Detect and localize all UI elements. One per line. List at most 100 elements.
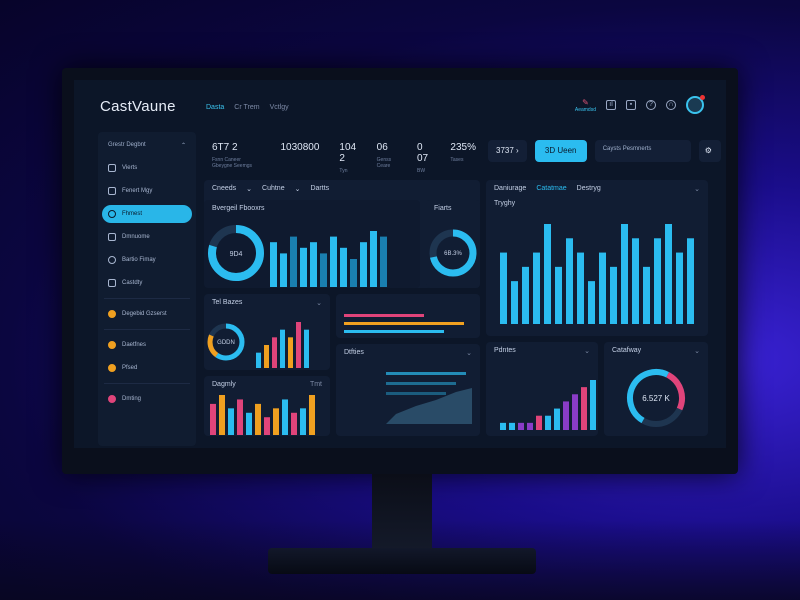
- chart-bar: [590, 380, 596, 430]
- chart-bar: [554, 408, 560, 430]
- card-title-row: Pdntes ⌄: [486, 342, 598, 360]
- chart-3-svg: [500, 224, 694, 324]
- help-icon[interactable]: ?: [646, 100, 656, 110]
- chart-bar: [340, 247, 347, 287]
- chart-bar: [272, 337, 277, 368]
- sidebar-item[interactable]: Degebid Gzserst: [102, 305, 192, 323]
- card-title-row: Catafway ⌄: [604, 342, 708, 360]
- stat-value: 104 2: [339, 142, 357, 164]
- card-title: Fiarts: [434, 205, 452, 212]
- tab[interactable]: Cuhtne: [262, 185, 285, 193]
- card-subtitle: Bvergeil Fbooxrs: [212, 205, 265, 212]
- chart-4-svg: GDDN: [207, 322, 309, 368]
- sidebar-item[interactable]: Dmting: [102, 390, 192, 408]
- stat-label: Tases: [450, 157, 464, 163]
- chart-bar: [330, 236, 337, 287]
- chart-bar: [632, 238, 639, 324]
- chart-bar: [610, 266, 617, 324]
- secondary-button[interactable]: Caysts Pesmnerts: [594, 140, 691, 162]
- toolbar: ✎ Aeamdsd ıl ▪ ? ∩: [575, 95, 705, 114]
- sidebar-item-label: Dmnuome: [122, 234, 150, 240]
- bar-series: [500, 380, 596, 430]
- chart-card-4: Tel Bazes ⌄ GDDN: [204, 294, 330, 370]
- chart-bar: [665, 224, 672, 324]
- chart-bar: [581, 387, 587, 430]
- card-subtitle: Tryghy: [494, 200, 516, 207]
- tab[interactable]: Dartts: [310, 185, 329, 193]
- card-title: Dagmly: [212, 381, 236, 388]
- chart-bar: [522, 266, 529, 324]
- bar-series: [500, 224, 694, 324]
- chart-bar: [280, 253, 287, 287]
- tab[interactable]: Destryg: [577, 185, 601, 193]
- chart-bar: [296, 322, 301, 368]
- gear-icon: [108, 256, 116, 264]
- sidebar-item[interactable]: Fenert Mgy: [102, 182, 192, 200]
- action-bar: 3737 › 3D Ueen Caysts Pesmnerts ⚙: [488, 140, 721, 162]
- topnav-item[interactable]: Cr Trem: [234, 104, 259, 111]
- chart-card-6: Dtfties ⌄: [336, 344, 480, 436]
- stat-label: Genss Ceare: [376, 157, 392, 169]
- chart-bar: [290, 236, 297, 287]
- primary-button[interactable]: 3D Ueen: [534, 140, 587, 162]
- chart-bar: [370, 231, 377, 287]
- bar-list-card: [336, 294, 480, 338]
- chart-card-5: Dagmly Tmt: [204, 376, 330, 436]
- stat-label: Fsnn Caneer Gbeygne Seemgs: [212, 157, 253, 169]
- sidebar-item[interactable]: Dmnuome: [102, 228, 192, 246]
- calendar-icon[interactable]: ▪: [626, 100, 636, 110]
- headset-icon[interactable]: ∩: [666, 100, 676, 110]
- card-title-row: Dagmly Tmt: [204, 376, 330, 393]
- sidebar-item[interactable]: Bartio Fimay: [102, 251, 192, 269]
- chart-bar: [300, 247, 307, 287]
- hbar: [386, 382, 456, 385]
- tab[interactable]: Cneeds: [212, 185, 236, 193]
- chart-card-8: Catafway ⌄ 6.527 K: [604, 342, 708, 436]
- flag-icon: [108, 364, 116, 372]
- divider: [104, 383, 190, 384]
- top-nav: Dasta Cr Trem Vctlgy: [206, 104, 289, 111]
- sidebar-item[interactable]: Daetfnes: [102, 336, 192, 354]
- chart-bar: [545, 415, 551, 430]
- stat-value: 0 07: [416, 142, 429, 164]
- chart-bar: [577, 252, 584, 324]
- chart-bar: [320, 253, 327, 287]
- chart-bar: [256, 352, 261, 368]
- donut-label: 6B.3%: [444, 251, 462, 257]
- gauge: 6.527 K: [627, 369, 685, 427]
- chart-bar: [210, 403, 216, 435]
- topnav-item[interactable]: Vctlgy: [270, 104, 289, 111]
- stat-label: Tyn: [339, 168, 348, 174]
- chart-bar: [533, 252, 540, 324]
- chart-bar: [509, 422, 515, 430]
- chart-bar: [300, 408, 306, 435]
- sidebar-item[interactable]: Castdty: [102, 274, 192, 292]
- area-chart: [386, 372, 472, 424]
- chart-bar: [511, 281, 518, 324]
- avatar[interactable]: [686, 95, 705, 114]
- sidebar-item-label: Pfsed: [122, 365, 138, 371]
- stat-tile: 104 2 Tyn: [339, 142, 357, 174]
- sidebar-item-active[interactable]: Fhmest: [102, 205, 192, 223]
- hbar: [344, 330, 444, 333]
- topnav-item[interactable]: Dasta: [206, 104, 224, 111]
- alert-widget[interactable]: ✎ Aeamdsd: [575, 98, 596, 113]
- tab[interactable]: Catatmae: [536, 185, 566, 193]
- tab[interactable]: Daniurage: [494, 185, 526, 193]
- settings-icon[interactable]: ⚙: [698, 140, 721, 162]
- sidebar-header[interactable]: Grestr Degbnt ⌃: [102, 138, 192, 159]
- chevron-right-icon: ›: [516, 146, 519, 155]
- chart-bar: [310, 242, 317, 287]
- card-tag: Tmt: [309, 381, 322, 388]
- sidebar-item[interactable]: Vierts: [102, 159, 192, 177]
- sidebar-item[interactable]: Pfsed: [102, 359, 192, 377]
- monitor-base: [268, 548, 536, 574]
- chevron-up-icon: ⌃: [180, 143, 186, 149]
- sidebar-header-label: Grestr Degbnt: [108, 142, 146, 148]
- chart-bar: [264, 417, 270, 435]
- metric-pill[interactable]: 3737 ›: [488, 140, 527, 162]
- sidebar-item-label: Degebid Gzserst: [122, 311, 167, 317]
- stats-icon[interactable]: ıl: [606, 100, 616, 110]
- chevron-down-icon: ⌄: [584, 348, 590, 355]
- chevron-down-icon: ⌄: [316, 300, 322, 307]
